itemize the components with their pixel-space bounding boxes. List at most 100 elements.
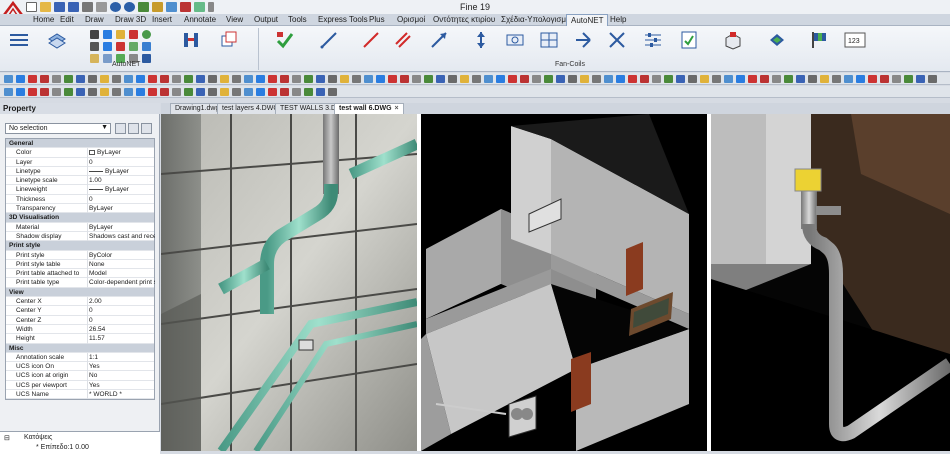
h-beam-icon[interactable]: [180, 29, 202, 51]
toolbar-tool-icon[interactable]: [256, 75, 265, 83]
property-row[interactable]: Center Y 0: [6, 306, 155, 316]
viewport-middle[interactable]: [421, 114, 707, 451]
toolbar-tool-icon[interactable]: [880, 75, 889, 83]
fan-coil-array-icon[interactable]: [538, 29, 560, 51]
property-value[interactable]: 26.54: [87, 324, 155, 335]
property-value[interactable]: None: [87, 259, 155, 270]
property-row[interactable]: Color ByLayer: [6, 148, 154, 158]
property-value[interactable]: 0: [87, 157, 155, 167]
property-value[interactable]: 0: [87, 315, 155, 325]
toolbar-tool-icon[interactable]: [340, 75, 349, 83]
toolbar-tool-icon[interactable]: [220, 75, 229, 83]
draw-pipe-icon[interactable]: [318, 29, 340, 51]
toolbar-tool-icon[interactable]: [424, 75, 433, 83]
property-row[interactable]: UCS per viewport Yes: [6, 380, 155, 391]
toolbar-tool-icon[interactable]: [268, 75, 277, 83]
tool-snap-icon[interactable]: [103, 30, 112, 39]
toolbar-tool-icon[interactable]: [712, 75, 721, 83]
toolbar-tool-icon[interactable]: [124, 88, 133, 96]
property-value[interactable]: 0: [87, 194, 155, 205]
draw-return-pipe-icon[interactable]: [428, 29, 450, 51]
menu-drawings-calculations[interactable]: Σχέδια-Υπολογισμοί: [501, 15, 572, 24]
property-value[interactable]: Yes: [87, 362, 155, 372]
toolbar-tool-icon[interactable]: [388, 75, 397, 83]
toolbar-tool-icon[interactable]: [604, 75, 613, 83]
menu-home[interactable]: Home: [33, 15, 54, 24]
toolbar-tool-icon[interactable]: [112, 88, 121, 96]
property-category[interactable]: General: [6, 139, 154, 149]
toolbar-tool-icon[interactable]: [532, 75, 541, 83]
toolbar-tool-icon[interactable]: [184, 75, 193, 83]
toolbar-tool-icon[interactable]: [904, 75, 913, 83]
toolbar-tool-icon[interactable]: [232, 88, 241, 96]
toolbar-tool-icon[interactable]: [832, 75, 841, 83]
toolbar-tool-icon[interactable]: [412, 75, 421, 83]
toolbar-tool-icon[interactable]: [400, 75, 409, 83]
tool-marker-icon[interactable]: [129, 30, 138, 39]
toolbar-tool-icon[interactable]: [172, 88, 181, 96]
property-value[interactable]: Yes: [87, 380, 155, 391]
viewport-left[interactable]: [161, 114, 417, 451]
toolbar-tool-icon[interactable]: [820, 75, 829, 83]
property-value[interactable]: 11.57: [87, 334, 155, 344]
tool-ab-icon[interactable]: [142, 42, 151, 51]
menu-building-entities[interactable]: Οντότητες κτιρίου: [433, 15, 495, 24]
toolbar-tool-icon[interactable]: [784, 75, 793, 83]
toolbar-tool-icon[interactable]: [28, 88, 37, 96]
menu-tools[interactable]: Tools: [288, 15, 307, 24]
toolbar-tool-icon[interactable]: [40, 75, 49, 83]
close-icon[interactable]: ×: [395, 105, 399, 112]
tool-bulb-icon[interactable]: [116, 30, 125, 39]
property-row[interactable]: UCS icon at origin No: [6, 371, 154, 381]
property-row[interactable]: Lineweight ByLayer: [6, 185, 154, 195]
property-value[interactable]: 1.00: [87, 176, 155, 186]
menu-output[interactable]: Output: [254, 15, 278, 24]
toolbar-tool-icon[interactable]: [664, 75, 673, 83]
toolbar-tool-icon[interactable]: [688, 75, 697, 83]
check-icon[interactable]: [274, 29, 296, 51]
toolbar-tool-icon[interactable]: [196, 75, 205, 83]
property-value[interactable]: 0: [87, 306, 155, 316]
toolbar-tool-icon[interactable]: [232, 75, 241, 83]
toolbar-tool-icon[interactable]: [556, 75, 565, 83]
tree-root-label[interactable]: Κατόψεις: [24, 434, 52, 441]
property-row[interactable]: Print style table None: [6, 259, 155, 270]
toolbar-tool-icon[interactable]: [760, 75, 769, 83]
menu-express-tools[interactable]: Express Tools: [318, 15, 368, 24]
toolbar-tool-icon[interactable]: [268, 88, 277, 96]
tool-globe-icon[interactable]: [142, 30, 151, 39]
toolbar-tool-icon[interactable]: [448, 75, 457, 83]
toolbar-tool-icon[interactable]: [88, 75, 97, 83]
property-value[interactable]: ByColor: [87, 250, 155, 260]
property-row[interactable]: Width 26.54: [6, 324, 155, 335]
toolbar-tool-icon[interactable]: [64, 88, 73, 96]
tool-window-icon[interactable]: [103, 54, 112, 63]
toolbar-tool-icon[interactable]: [280, 88, 289, 96]
flag-icon[interactable]: [808, 29, 830, 51]
property-row[interactable]: Print style ByColor: [6, 250, 155, 260]
toolbar-tool-icon[interactable]: [172, 75, 181, 83]
property-row[interactable]: UCS icon On Yes: [6, 362, 155, 372]
toolbar-tool-icon[interactable]: [16, 88, 25, 96]
toolbar-tool-icon[interactable]: [580, 75, 589, 83]
toolbar-tool-icon[interactable]: [16, 75, 25, 83]
layers-icon[interactable]: [46, 29, 68, 51]
menu-help[interactable]: Help: [610, 15, 626, 24]
toolbar-tool-icon[interactable]: [52, 88, 61, 96]
property-row[interactable]: Print table attached to Model: [6, 269, 154, 279]
toolbar-tool-icon[interactable]: [508, 75, 517, 83]
toolbar-tool-icon[interactable]: [4, 75, 13, 83]
property-category[interactable]: Print style: [6, 241, 154, 251]
menu-plus[interactable]: Plus: [369, 15, 385, 24]
toolbar-tool-icon[interactable]: [136, 88, 145, 96]
tree-expand-icon[interactable]: ⊟: [4, 434, 10, 442]
property-category[interactable]: View: [6, 287, 154, 298]
toolbar-tool-icon[interactable]: [184, 88, 193, 96]
toolbar-tool-icon[interactable]: [124, 75, 133, 83]
toolbar-tool-icon[interactable]: [160, 88, 169, 96]
toolbar-tool-icon[interactable]: [148, 75, 157, 83]
property-row[interactable]: Shadow display Shadows cast and recei...: [6, 231, 155, 242]
quick-select-icon[interactable]: [115, 123, 126, 134]
selection-dropdown[interactable]: No selection ▼: [5, 123, 111, 134]
toolbar-tool-icon[interactable]: [196, 88, 205, 96]
